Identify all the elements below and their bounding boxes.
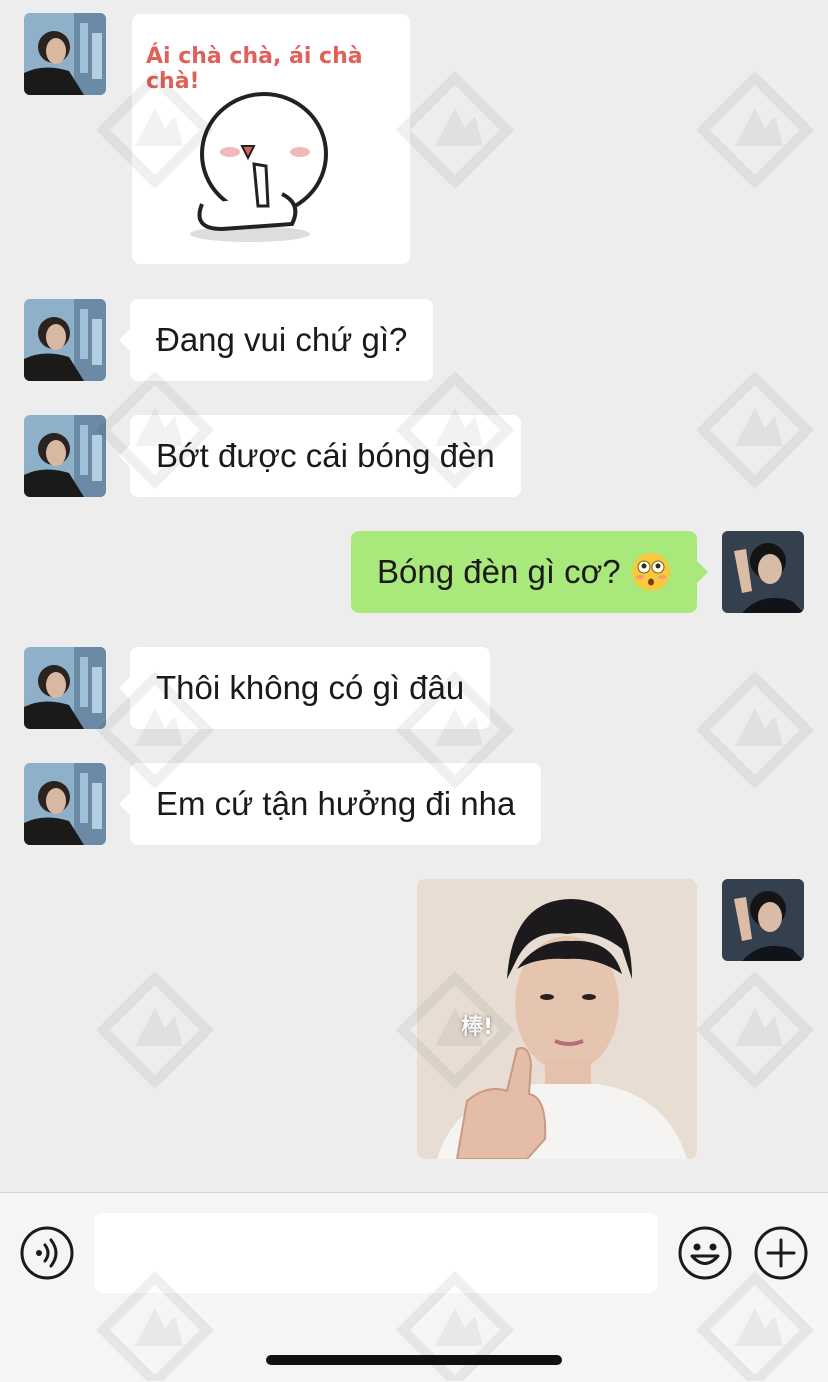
outgoing-message[interactable]: Bóng đèn gì cơ?: [351, 531, 708, 613]
flushed-face-icon: [631, 553, 670, 591]
incoming-message[interactable]: Đang vui chứ gì?: [118, 299, 434, 381]
message-text: Em cứ tận hưởng đi nha: [156, 785, 516, 822]
home-indicator[interactable]: [266, 1355, 562, 1365]
emoji-icon[interactable]: [677, 1225, 733, 1281]
incoming-message[interactable]: Em cứ tận hưởng đi nha: [118, 763, 542, 845]
sticker-message[interactable]: Ái chà chà, ái chà chà!: [132, 14, 410, 264]
my-avatar[interactable]: [722, 879, 804, 961]
contact-avatar[interactable]: [24, 647, 106, 729]
incoming-message[interactable]: Thôi không có gì đâu: [118, 647, 491, 729]
incoming-message[interactable]: Bớt được cái bóng đèn: [119, 415, 521, 497]
image-message[interactable]: 棒!: [417, 879, 697, 1159]
contact-avatar[interactable]: [24, 299, 106, 381]
chat-area[interactable]: Ái chà chà, ái chà chà! Đang vui chứ gì?…: [0, 0, 828, 1192]
message-text: Bóng đèn gì cơ?: [377, 553, 621, 590]
message-input[interactable]: [94, 1213, 658, 1293]
contact-avatar[interactable]: [24, 763, 106, 845]
photo-thumbs-up: [417, 879, 697, 1159]
message-text: Bớt được cái bóng đèn: [156, 437, 495, 474]
message-text: Thôi không có gì đâu: [156, 669, 465, 706]
contact-avatar[interactable]: [24, 415, 106, 497]
input-bar: [0, 1192, 828, 1382]
sticker-image: [190, 92, 328, 242]
message-text: Đang vui chứ gì?: [156, 321, 408, 358]
plus-icon[interactable]: [753, 1225, 809, 1281]
voice-icon[interactable]: [19, 1225, 75, 1281]
contact-avatar[interactable]: [24, 13, 106, 95]
my-avatar[interactable]: [722, 531, 804, 613]
photo-caption: 棒!: [461, 1015, 494, 1040]
